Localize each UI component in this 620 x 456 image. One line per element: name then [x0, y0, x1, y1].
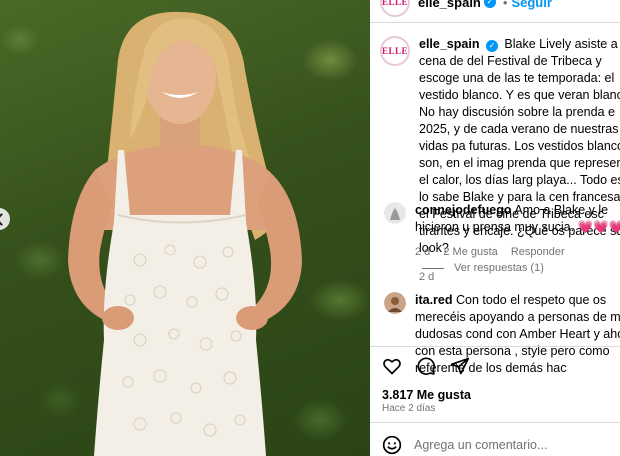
comment-placeholder: Agrega un comentario... — [414, 438, 548, 452]
header-divider — [370, 22, 620, 23]
comment-body: connejodefuego Amo a Blake y le hicieron… — [415, 202, 620, 261]
view-replies-label: Ver respuestas (1) — [454, 262, 544, 274]
post-header: ELLE elle_spain ✓ • Seguir — [380, 0, 552, 17]
comment-item: connejodefuego Amo a Blake y le hicieron… — [384, 202, 620, 261]
header-username[interactable]: elle_spain — [418, 0, 481, 10]
caption-avatar[interactable]: ELLE — [380, 36, 410, 66]
comment-input[interactable]: Agrega un comentario... — [382, 435, 547, 455]
comment-time[interactable]: 2 d — [415, 246, 430, 258]
commenter-avatar[interactable] — [384, 202, 406, 224]
post-time[interactable]: Hace 2 días — [382, 403, 435, 414]
share-icon[interactable] — [450, 356, 470, 376]
comment-username[interactable]: ita.red — [415, 293, 453, 307]
replies-line — [422, 267, 444, 269]
post-photo-image — [68, 11, 302, 456]
comment-meta: 2 d 2 Me gusta Responder — [415, 244, 620, 261]
caption-username[interactable]: elle_spain — [419, 37, 479, 51]
follow-button[interactable]: Seguir — [511, 0, 551, 10]
commenter-avatar[interactable] — [384, 292, 406, 314]
post-photo[interactable] — [0, 0, 370, 456]
elle-logo: ELLE — [382, 46, 409, 56]
elle-logo: ELLE — [382, 0, 409, 7]
profile-avatar[interactable]: ELLE — [380, 0, 410, 17]
verified-icon: ✓ — [483, 0, 496, 8]
view-replies-button[interactable]: Ver respuestas (1) — [422, 262, 544, 274]
post-actions — [382, 356, 470, 376]
verified-icon: ✓ — [485, 40, 498, 52]
reply-button[interactable]: Responder — [511, 246, 565, 258]
separator-dot: • — [502, 0, 508, 10]
actions-divider — [370, 346, 620, 347]
post-panel: ELLE elle_spain ✓ • Seguir ELLE elle_spa… — [370, 0, 620, 456]
footer-divider — [370, 422, 620, 423]
comment-likes[interactable]: 2 Me gusta — [443, 246, 497, 258]
emoji-icon[interactable] — [382, 435, 402, 455]
comment-username[interactable]: connejodefuego — [415, 203, 512, 217]
like-icon[interactable] — [382, 356, 402, 376]
likes-count[interactable]: 3.817 Me gusta — [382, 388, 471, 402]
comment-icon[interactable] — [416, 356, 436, 376]
